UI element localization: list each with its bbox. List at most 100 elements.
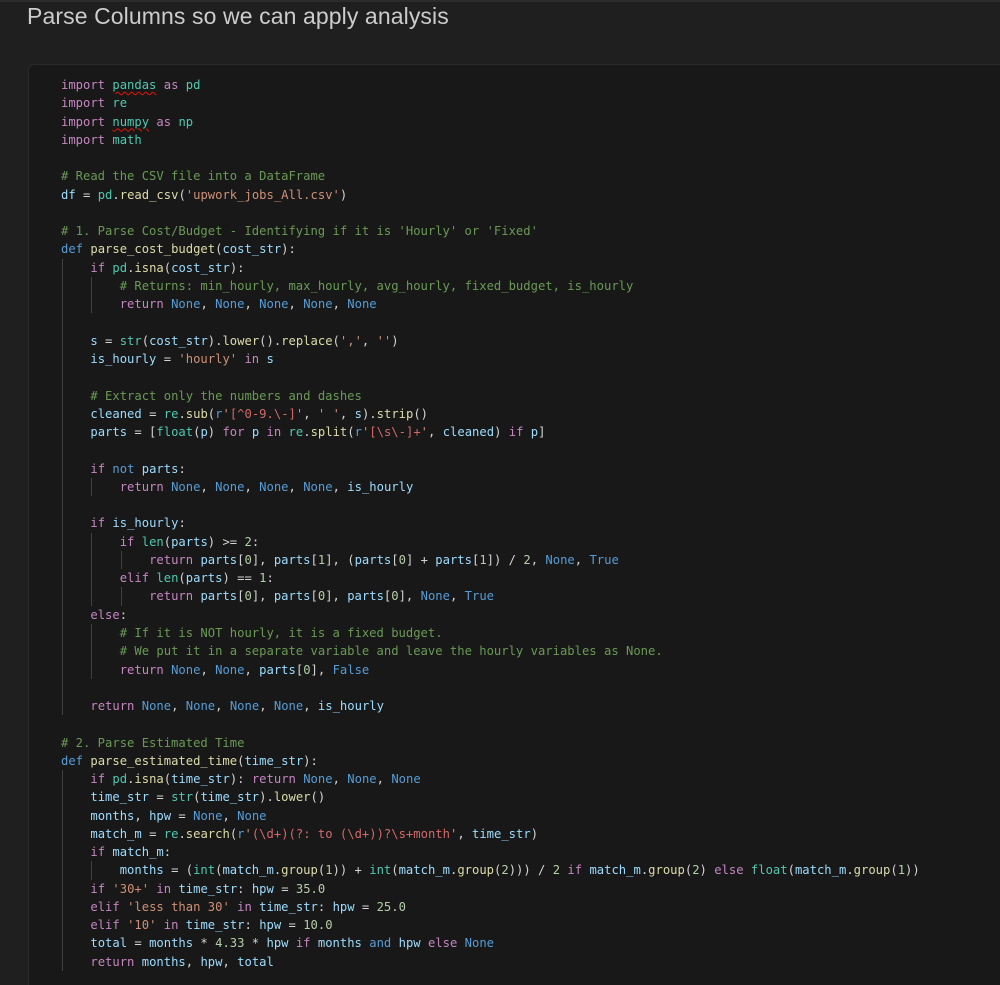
code-line-text: return None, None, None, None, is_hourly [119,479,414,494]
code-line-text: if match_m: [90,845,172,860]
code-line-text: return parts[0], parts[1], (parts[0] + p… [149,552,619,567]
top-border [0,0,1000,2]
code-line-text: parts = [float(p) for p in re.split(r'[\… [90,425,546,440]
indent-guide [62,459,63,478]
indent-guide [62,423,63,442]
code-line-text: # Read the CSV file into a DataFrame [61,169,326,184]
code-line: def parse_cost_budget(cost_str): [61,240,920,258]
code-line: if '30+' in time_str: hpw = 35.0 [61,879,920,898]
code-line-text: elif 'less than 30' in time_str: hpw = 2… [90,899,406,914]
code-line-text: import pandas as pd [61,78,201,92]
indent-guide [62,331,63,350]
code-line: cleaned = re.sub(r'[^0-9.\-]', ' ', s).s… [61,404,920,424]
indent-guide [91,861,93,880]
code-line-text: total = months * 4.33 * hpw if months an… [90,936,495,951]
code-line-text: elif '10' in time_str: hpw = 10.0 [90,918,333,933]
indent-guide [91,569,93,588]
code-line: parts = [float(p) for p in re.split(r'[\… [61,423,920,442]
code-line: ​ [61,496,920,515]
code-line-text: return None, None, None, None, is_hourly [90,699,384,714]
code-line: def parse_estimated_time(time_str): [61,752,920,770]
indent-guide [62,532,63,551]
code-line: # We put it in a separate variable and l… [61,642,920,661]
code-line-text: months, hpw = None, None [90,808,267,823]
indent-guide [62,952,63,972]
indent-guide [62,477,63,497]
code-line: return None, None, None, None, is_hourly [61,697,920,716]
code-editor[interactable]: import pandas as pd import re import numpy… [61,76,920,972]
indent-guide [62,386,63,405]
code-line: import numpy as np [61,113,920,131]
indent-guide [62,496,63,515]
code-line: elif '10' in time_str: hpw = 10.0 [61,916,920,935]
code-line: ​ [61,368,920,387]
indent-guide [62,897,63,917]
code-line: return parts[0], parts[0], parts[0], Non… [61,587,920,606]
code-line-text: df = pd.read_csv('upwork_jobs_All.csv') [61,187,348,202]
code-line-text: if is_hourly: [90,516,186,531]
code-line: # If it is NOT hourly, it is a fixed bud… [61,623,920,643]
indent-guide [62,642,63,661]
indent-guide [91,532,93,551]
code-line: return parts[0], parts[1], (parts[0] + p… [61,550,920,570]
code-line-text: return parts[0], parts[0], parts[0], Non… [149,589,495,604]
code-line: if pd.isna(cost_str): [61,258,920,277]
code-line-text: if pd.isna(cost_str): [90,260,245,275]
indent-guide [91,623,93,643]
code-line: if len(parts) >= 2: [61,532,920,551]
code-line-text: s = str(cost_str).lower().replace(',', '… [90,333,399,348]
code-line: import pandas as pd [61,76,920,94]
code-line-text: is_hourly = 'hourly' in s [90,351,274,366]
indent-guide [91,477,93,497]
code-line: ​ [61,204,920,222]
indent-guide [62,605,63,624]
indent-guide [62,824,63,844]
code-line: months, hpw = None, None [61,806,920,825]
indent-guide [62,368,63,387]
indent-guide [91,276,93,296]
code-line: ​ [61,313,920,332]
code-line-text: # Returns: min_hourly, max_hourly, avg_h… [119,278,634,293]
code-line-text: return None, None, None, None, None [119,297,377,312]
code-line: time_str = str(time_str).lower() [61,788,920,807]
code-line-text: # 1. Parse Cost/Budget - Identifying if … [61,224,538,239]
indent-guide [62,879,63,898]
indent-guide [62,678,63,698]
code-line: # 1. Parse Cost/Budget - Identifying if … [61,222,920,240]
indent-guide [62,514,63,533]
code-line-text: return months, hpw, total [90,954,274,969]
code-line: if pd.isna(time_str): return None, None,… [61,770,920,789]
indent-guide [91,642,93,661]
code-line: if match_m: [61,843,920,862]
indent-guide [62,587,63,606]
code-line: if is_hourly: [61,514,920,533]
code-line-text: import numpy as np [61,114,194,129]
code-line: is_hourly = 'hourly' in s [61,349,920,369]
code-line: return None, None, None, None, None [61,295,920,314]
code-line: ​ [61,441,920,460]
code-line: df = pd.read_csv('upwork_jobs_All.csv') [61,186,920,204]
code-line: return None, None, parts[0], False [61,660,920,679]
indent-guide [62,276,63,296]
indent-guide [62,660,63,679]
code-line: ​ [61,678,920,698]
indent-guide [62,569,63,588]
code-line: else: [61,605,920,624]
indent-guide [91,587,93,606]
code-line-text: import re [61,96,128,111]
indent-guide [120,550,122,570]
code-line: # Extract only the numbers and dashes [61,386,920,405]
indent-guide [91,550,93,570]
markdown-cell-heading: Parse Columns so we can apply analysis [27,3,449,29]
indent-guide [62,349,63,369]
code-line: elif 'less than 30' in time_str: hpw = 2… [61,897,920,917]
code-line: match_m = re.search(r'(\d+)(?: to (\d+))… [61,824,920,844]
indent-guide [62,916,63,935]
code-line: months = (int(match_m.group(1)) + int(ma… [61,861,920,880]
code-line-text: # If it is NOT hourly, it is a fixed bud… [119,625,443,640]
code-line-text: match_m = re.search(r'(\d+)(?: to (\d+))… [90,826,539,841]
code-line-text: elif len(parts) == 1: [119,571,274,586]
code-line: ​ [61,149,920,167]
code-line-text: if pd.isna(time_str): return None, None,… [90,772,421,787]
code-line: ​ [61,715,920,733]
